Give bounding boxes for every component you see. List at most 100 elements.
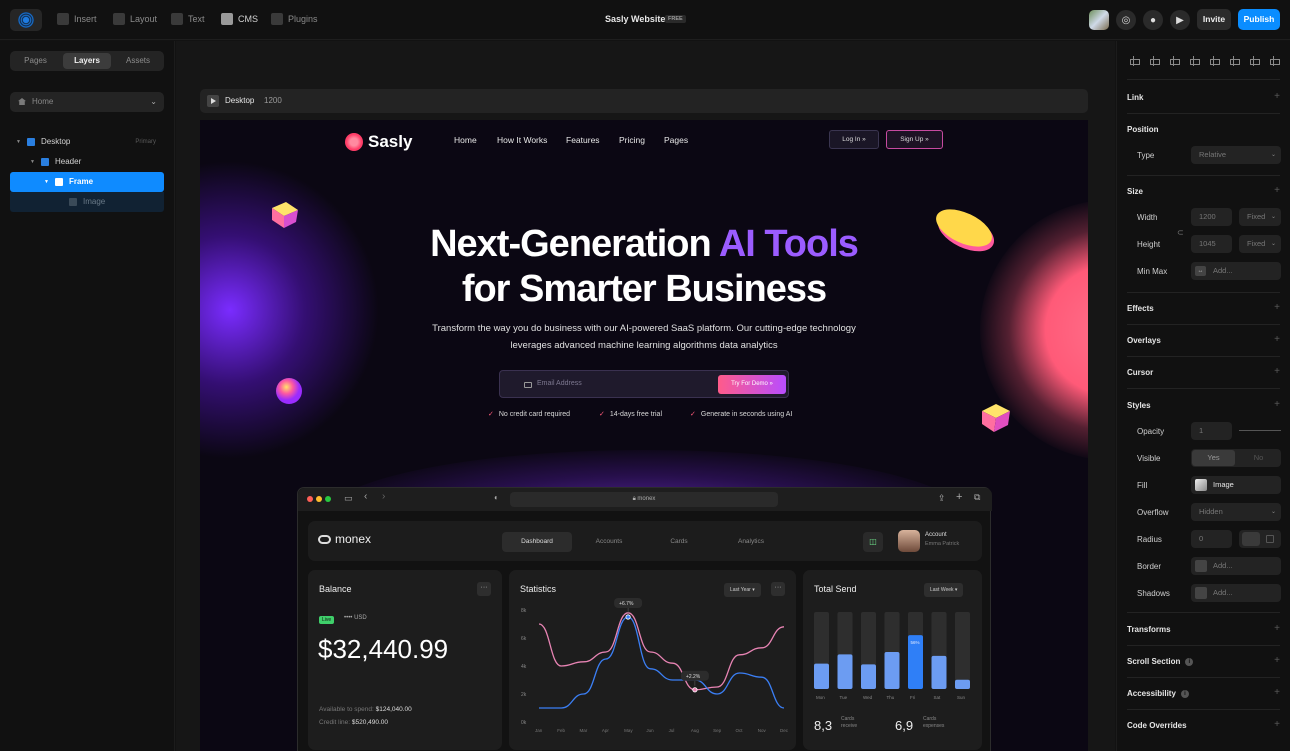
layers-panel: Pages Layers Assets Home ⌄ ▼ Desktop Pri…	[0, 41, 175, 751]
text-button[interactable]: Text	[171, 13, 205, 25]
preview-play-icon[interactable]	[207, 95, 219, 107]
align-right-icon[interactable]	[1169, 56, 1180, 66]
align-center-h-icon[interactable]	[1149, 56, 1160, 66]
minimize-dot-icon	[316, 496, 322, 502]
section-overlays[interactable]: Overlays	[1127, 336, 1161, 345]
radius-input[interactable]: 0	[1191, 530, 1232, 548]
expand-triangle-icon[interactable]: ▼	[30, 152, 35, 172]
mail-icon	[524, 382, 532, 388]
layer-image[interactable]: Image	[10, 192, 164, 212]
opacity-slider[interactable]	[1239, 430, 1281, 431]
height-mode-select[interactable]: Fixed ⌄	[1239, 235, 1281, 253]
visible-yes[interactable]: Yes	[1192, 450, 1235, 466]
position-type-select[interactable]: Relative ⌄	[1191, 146, 1281, 164]
radius-all-icon[interactable]	[1242, 532, 1260, 546]
radius-individual-icon[interactable]	[1266, 535, 1274, 543]
login-button[interactable]: Log In »	[829, 130, 879, 149]
tab-layers[interactable]: Layers	[63, 53, 111, 69]
new-tab-icon: +	[956, 491, 963, 503]
shadows-input[interactable]: Add...	[1191, 584, 1281, 602]
section-cursor[interactable]: Cursor	[1127, 368, 1153, 377]
frame-label-bar[interactable]: Desktop 1200	[200, 89, 1088, 113]
play-icon[interactable]: ▶	[1170, 10, 1190, 30]
nav-home[interactable]: Home	[454, 135, 477, 145]
tab-assets[interactable]: Assets	[114, 53, 162, 69]
border-input[interactable]: Add...	[1191, 557, 1281, 575]
hero-subtext: Transform the way you do business with o…	[432, 323, 856, 351]
add-style-icon[interactable]: +	[1274, 399, 1280, 410]
section-scroll[interactable]: Scroll Section i	[1127, 657, 1194, 666]
x-tick-label: May	[624, 728, 633, 733]
website-frame[interactable]: Sasly Home How It Works Features Pricing…	[200, 120, 1088, 751]
insert-button[interactable]: Insert	[57, 13, 97, 25]
divider	[1127, 292, 1280, 293]
plus-icon	[57, 13, 69, 25]
width-input[interactable]: 1200	[1191, 208, 1232, 226]
expand-triangle-icon[interactable]: ▼	[16, 132, 21, 152]
radius-mode[interactable]	[1239, 530, 1281, 548]
fill-input[interactable]: Image	[1191, 476, 1281, 494]
nav-how-it-works[interactable]: How It Works	[497, 135, 547, 145]
add-link-icon[interactable]: +	[1274, 91, 1280, 102]
y-tick-label: 0k	[521, 720, 527, 726]
settings-icon[interactable]: ●	[1143, 10, 1163, 30]
app-menu-button[interactable]	[10, 9, 42, 31]
add-transform-icon[interactable]: +	[1274, 623, 1280, 634]
nav-pages[interactable]: Pages	[664, 135, 688, 145]
layer-header[interactable]: ▼ Header	[10, 152, 164, 172]
signup-button[interactable]: Sign Up »	[886, 130, 943, 149]
nav-features[interactable]: Features	[566, 135, 600, 145]
align-top-icon[interactable]	[1189, 56, 1200, 66]
overflow-select[interactable]: Hidden ⌄	[1191, 503, 1281, 521]
section-transforms[interactable]: Transforms	[1127, 625, 1171, 634]
email-input[interactable]: Email Address	[537, 380, 582, 387]
user-avatar[interactable]	[1089, 10, 1109, 30]
visible-toggle[interactable]: Yes No	[1191, 449, 1281, 467]
browser-bar: ▭ ‹ › ◐ 🔒︎ monex ⇪ + ⧉	[298, 488, 992, 511]
align-center-v-icon[interactable]	[1209, 56, 1220, 66]
site-logo[interactable]: Sasly	[345, 132, 412, 152]
globe-icon[interactable]: ◎	[1116, 10, 1136, 30]
cms-button[interactable]: CMS	[221, 13, 258, 25]
link-ratio-icon[interactable]: ⊂	[1177, 228, 1184, 237]
layer-desktop[interactable]: ▼ Desktop Primary	[10, 132, 164, 152]
visible-no[interactable]: No	[1237, 450, 1280, 466]
layout-button[interactable]: Layout	[113, 13, 157, 25]
add-cursor-icon[interactable]: +	[1274, 366, 1280, 377]
divider	[1127, 113, 1280, 114]
add-effect-icon[interactable]: +	[1274, 302, 1280, 313]
add-overlay-icon[interactable]: +	[1274, 334, 1280, 345]
page-select[interactable]: Home ⌄	[10, 92, 164, 112]
add-override-icon[interactable]: +	[1274, 719, 1280, 730]
invite-button[interactable]: Invite	[1197, 9, 1231, 30]
tab-pages[interactable]: Pages	[12, 53, 59, 69]
minmax-input[interactable]: ↔ Add...	[1191, 262, 1281, 280]
add-size-icon[interactable]: +	[1274, 185, 1280, 196]
plugins-button[interactable]: Plugins	[271, 13, 318, 25]
info-icon[interactable]: i	[1180, 689, 1189, 698]
section-effects[interactable]: Effects	[1127, 304, 1154, 313]
add-accessibility-icon[interactable]: +	[1274, 687, 1280, 698]
minmax-icon: ↔	[1195, 266, 1206, 276]
nav-pricing[interactable]: Pricing	[619, 135, 645, 145]
align-bottom-icon[interactable]	[1229, 56, 1240, 66]
width-mode-select[interactable]: Fixed ⌄	[1239, 208, 1281, 226]
publish-button[interactable]: Publish	[1238, 9, 1280, 30]
statistics-card: Statistics Last Year ▾ ··· 8k 6k 4k 2k 0k Jan…	[509, 570, 796, 750]
account-name: Emma Patrick	[925, 541, 960, 547]
distribute-v-icon[interactable]	[1269, 56, 1280, 66]
monex-mark-icon	[318, 534, 331, 544]
section-accessibility[interactable]: Accessibility i	[1127, 689, 1189, 698]
layer-frame[interactable]: ▼ Frame	[10, 172, 164, 192]
opacity-input[interactable]: 1	[1191, 422, 1232, 440]
distribute-h-icon[interactable]	[1249, 56, 1260, 66]
add-scroll-icon[interactable]: +	[1274, 655, 1280, 666]
info-icon[interactable]: i	[1185, 657, 1194, 666]
height-input[interactable]: 1045	[1191, 235, 1232, 253]
align-left-icon[interactable]	[1129, 56, 1140, 66]
project-title[interactable]: Sasly Website	[605, 14, 665, 24]
section-code-overrides[interactable]: Code Overrides	[1127, 721, 1187, 730]
section-link[interactable]: Link	[1127, 93, 1143, 102]
expand-triangle-icon[interactable]: ▼	[44, 172, 49, 192]
try-demo-button[interactable]: Try For Demo »	[718, 375, 786, 394]
